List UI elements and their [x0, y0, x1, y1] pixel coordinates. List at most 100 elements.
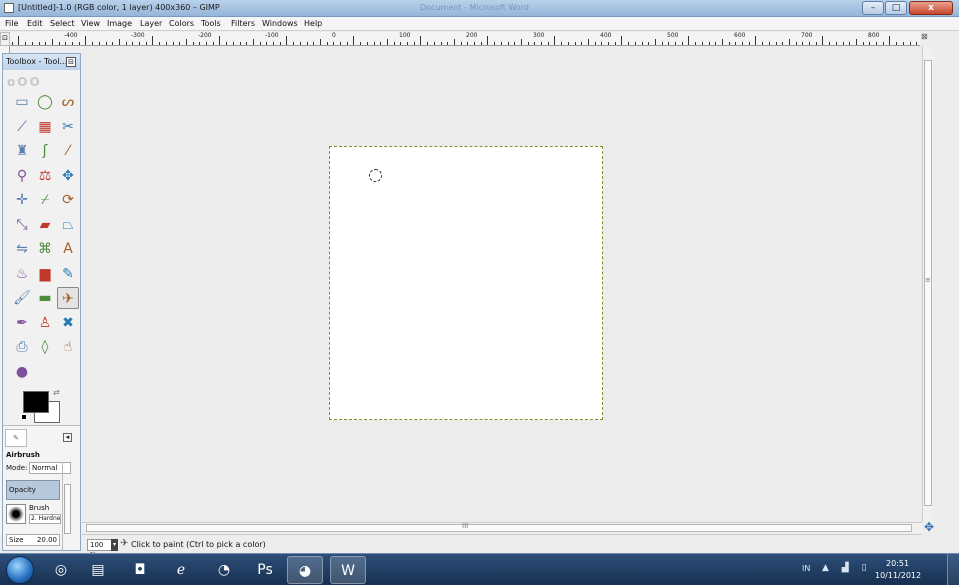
horizontal-scroll-thumb[interactable] — [86, 524, 912, 532]
menu-windows[interactable]: Windows — [262, 19, 298, 28]
tab-menu-icon[interactable]: ◂ — [63, 433, 72, 442]
menu-view[interactable]: View — [81, 19, 100, 28]
horizontal-scrollbar[interactable]: III — [82, 522, 922, 533]
opacity-slider[interactable]: Opacity — [6, 480, 60, 500]
chrome-like-taskbar-button[interactable]: ◔ — [206, 556, 242, 584]
image-canvas[interactable] — [329, 146, 603, 420]
smudge-icon[interactable]: ☝ — [57, 336, 79, 358]
status-message: Click to paint (Ctrl to pick a color) — [131, 540, 266, 549]
airbrush-icon[interactable]: ✈ — [57, 287, 79, 309]
eraser-icon[interactable]: ▬ — [34, 287, 56, 309]
paths-icon[interactable]: ʃ — [34, 140, 56, 162]
default-colors-icon[interactable] — [21, 414, 27, 420]
zoom-icon[interactable]: ⚲ — [11, 165, 33, 187]
outlook-taskbar-button[interactable]: ◘ — [122, 556, 158, 584]
ruler-label: 500 — [667, 32, 679, 39]
ruler-tick — [788, 39, 790, 45]
menu-file[interactable]: File — [5, 19, 18, 28]
color-picker-icon[interactable]: ⁄ — [57, 140, 79, 162]
align-icon[interactable]: ✛ — [11, 189, 33, 211]
crop-icon[interactable]: ⌿ — [34, 189, 56, 211]
brush-name-field[interactable]: 2. Hardness — [29, 514, 61, 524]
close-button[interactable]: x — [909, 1, 953, 15]
pencil-icon[interactable]: ✎ — [57, 263, 79, 285]
menu-help[interactable]: Help — [304, 19, 322, 28]
zoom-follow-icon[interactable]: ⊠ — [921, 32, 931, 46]
text-icon[interactable]: A — [57, 238, 79, 260]
perspective-clone-icon[interactable]: ⎙ — [11, 336, 33, 358]
shear-icon[interactable]: ▰ — [34, 214, 56, 236]
ruler-tick — [815, 42, 817, 45]
ruler-tick — [266, 42, 268, 45]
measure-icon[interactable]: ⚖ — [34, 165, 56, 187]
move-icon[interactable]: ✥ — [57, 165, 79, 187]
ink-icon[interactable]: ✒ — [11, 312, 33, 334]
menu-layer[interactable]: Layer — [140, 19, 162, 28]
navigate-icon[interactable]: ✥ — [922, 520, 936, 536]
tool-options-tab[interactable]: ✎ — [5, 429, 27, 447]
ruler-tick — [701, 42, 703, 45]
word-taskbar-button[interactable]: W — [330, 556, 366, 584]
perspective-icon[interactable]: ⏢ — [57, 214, 79, 236]
ruler-tick — [139, 42, 140, 45]
scissors-icon[interactable]: ✂ — [57, 116, 79, 138]
blur-icon[interactable]: ◊ — [34, 336, 56, 358]
heal-icon[interactable]: ✖ — [57, 312, 79, 334]
scale-icon[interactable]: ⤡ — [11, 214, 33, 236]
cage-transform-icon[interactable]: ⌘ — [34, 238, 56, 260]
tool-options-panel: ✎ ◂ Airbrush Mode: Normal Opacity Brush … — [3, 425, 80, 550]
media-player-taskbar-button[interactable]: ◎ — [43, 556, 79, 584]
zoom-select[interactable]: 100 % — [87, 539, 113, 559]
ie-taskbar-button[interactable]: ℯ — [163, 556, 199, 584]
ruler-tick — [313, 42, 315, 45]
minimize-button[interactable]: – — [862, 1, 884, 15]
photoshop-taskbar-button[interactable]: Ps — [247, 556, 283, 584]
ruler-tick — [447, 42, 449, 45]
show-desktop-button[interactable] — [947, 554, 959, 585]
dodge-burn-icon[interactable]: ● — [11, 361, 33, 383]
ruler-tick — [748, 42, 750, 45]
fuzzy-select-icon[interactable]: ⟋ — [11, 116, 33, 138]
rect-select-icon[interactable]: ▭ — [11, 91, 33, 113]
blend-icon[interactable]: ▆ — [34, 263, 56, 285]
toolbox-close-icon[interactable]: ⊟ — [66, 57, 76, 67]
bucket-fill-icon[interactable]: ♨ — [11, 263, 33, 285]
size-slider[interactable]: Size 20.00 — [6, 534, 60, 546]
gimp-taskbar-button[interactable]: ◕ — [287, 556, 323, 584]
rotate-icon[interactable]: ⟳ — [57, 189, 79, 211]
quick-mask-toggle[interactable]: ⊡ — [0, 32, 10, 46]
ruler-tick — [514, 42, 516, 45]
foreground-color-swatch[interactable] — [23, 391, 49, 413]
ruler-tick — [279, 42, 281, 45]
maximize-button[interactable]: □ — [885, 1, 907, 15]
start-button[interactable] — [6, 556, 34, 584]
language-indicator[interactable]: IN — [802, 564, 810, 573]
ruler-tick — [567, 42, 569, 45]
clone-icon[interactable]: ♙ — [34, 312, 56, 334]
menu-select[interactable]: Select — [50, 19, 75, 28]
explorer-taskbar-button[interactable]: ▤ — [80, 556, 116, 584]
system-tray-icons[interactable]: ▲ ▟ ▯ — [822, 563, 872, 573]
tool-options-scroll-thumb[interactable] — [64, 484, 71, 534]
menu-colors[interactable]: Colors — [169, 19, 194, 28]
free-select-icon[interactable]: ᔕ — [57, 91, 79, 113]
clock-time[interactable]: 20:51 — [886, 559, 909, 568]
ruler-tick — [721, 39, 723, 45]
menu-edit[interactable]: Edit — [27, 19, 43, 28]
tool-options-scrollbar[interactable] — [62, 462, 72, 550]
chevron-down-icon[interactable]: ▾ — [111, 539, 118, 551]
flip-icon[interactable]: ⇋ — [11, 238, 33, 260]
menu-filters[interactable]: Filters — [231, 19, 255, 28]
select-by-color-icon[interactable]: ▦ — [34, 116, 56, 138]
ruler-label: 800 — [868, 32, 880, 39]
ellipse-select-icon[interactable]: ◯ — [34, 91, 56, 113]
paintbrush-icon[interactable]: 🖌 — [11, 287, 33, 309]
brush-preview[interactable] — [6, 504, 26, 524]
swap-colors-icon[interactable]: ⇄ — [53, 388, 60, 397]
clock-date[interactable]: 10/11/2012 — [875, 571, 921, 580]
menu-tools[interactable]: Tools — [201, 19, 221, 28]
ruler-tick — [152, 36, 154, 45]
menu-image[interactable]: Image — [107, 19, 132, 28]
vertical-scrollbar[interactable]: ≡ — [922, 46, 933, 522]
foreground-select-icon[interactable]: ♜ — [11, 140, 33, 162]
